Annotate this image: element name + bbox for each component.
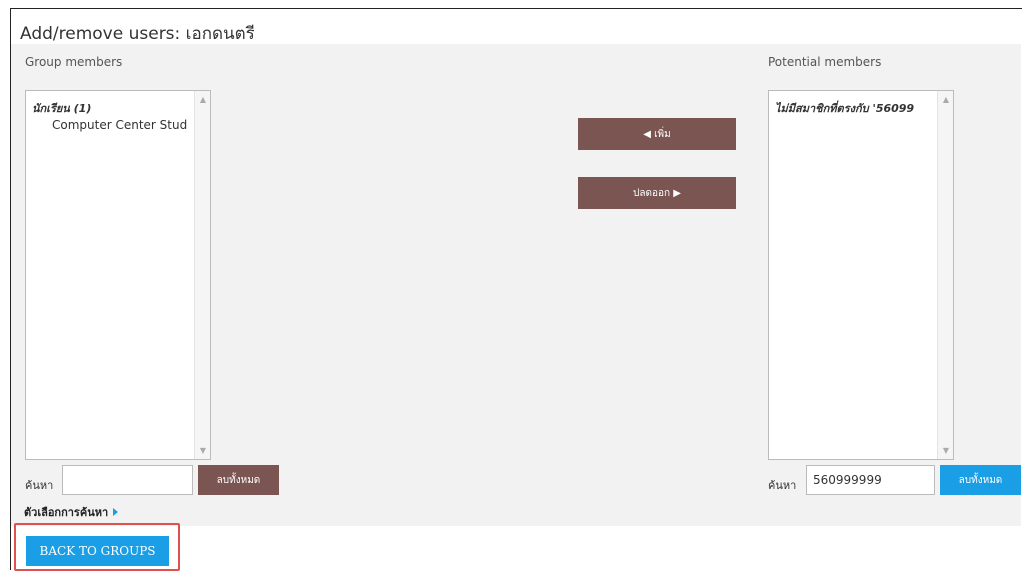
back-to-groups-button[interactable]: BACK TO GROUPS <box>26 536 169 566</box>
scroll-down-icon[interactable]: ▼ <box>195 446 210 455</box>
expand-arrow-icon <box>113 508 119 516</box>
group-members-search-input[interactable] <box>62 465 193 495</box>
potential-members-listbox[interactable]: ไม่มีสมาชิกที่ตรงกับ '56099 ▲ ▼ <box>768 90 954 460</box>
group-member-option[interactable]: Computer Center Stud <box>26 117 210 132</box>
potential-members-search-input[interactable] <box>806 465 935 495</box>
remove-button[interactable]: ปลดออก ▶ <box>578 177 736 209</box>
group-members-label: Group members <box>25 55 123 69</box>
scroll-down-icon[interactable]: ▼ <box>938 446 953 455</box>
scroll-up-icon[interactable]: ▲ <box>195 95 210 104</box>
group-members-scrollbar[interactable]: ▲ ▼ <box>194 91 210 459</box>
group-members-clear-button[interactable]: ลบทั้งหมด <box>198 465 279 495</box>
scroll-up-icon[interactable]: ▲ <box>938 95 953 104</box>
potential-members-clear-button[interactable]: ลบทั้งหมด <box>940 465 1021 495</box>
page-title: Add/remove users: เอกดนตรี <box>20 24 255 44</box>
potential-members-search-label: ค้นหา <box>768 479 797 492</box>
group-members-listbox[interactable]: นักเรียน (1) Computer Center Stud ▲ ▼ <box>25 90 211 460</box>
group-members-search-label: ค้นหา <box>25 479 54 492</box>
potential-members-label: Potential members <box>768 55 882 69</box>
search-options-label: ตัวเลือกการค้นหา <box>24 506 109 519</box>
potential-members-scrollbar[interactable]: ▲ ▼ <box>937 91 953 459</box>
add-button[interactable]: ◀ เพิ่ม <box>578 118 736 150</box>
potential-members-optgroup: ไม่มีสมาชิกที่ตรงกับ '56099 <box>775 102 915 115</box>
group-members-optgroup: นักเรียน (1) <box>32 102 92 115</box>
search-options-toggle[interactable]: ตัวเลือกการค้นหา <box>24 503 119 521</box>
